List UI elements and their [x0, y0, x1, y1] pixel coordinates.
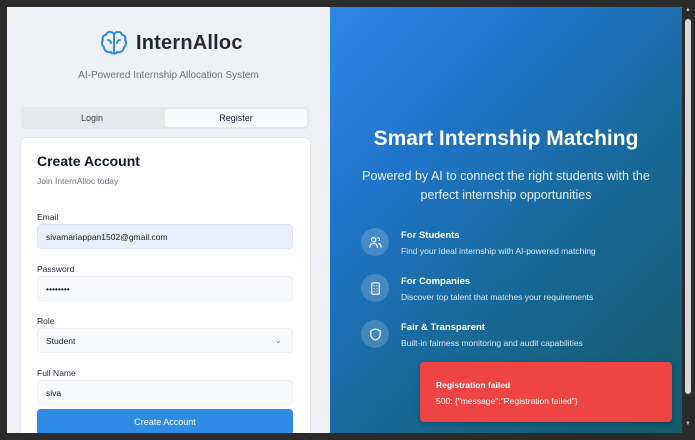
chevron-down-icon: ⌄ — [274, 335, 282, 345]
tab-register[interactable]: Register — [165, 109, 307, 127]
brain-icon — [100, 30, 128, 55]
feature-students: For Students Find your ideal internship … — [361, 228, 596, 256]
toast-message: 500: {"message":"Registration failed"} — [436, 396, 578, 406]
register-card: Create Account Join InternAlloc today Em… — [20, 137, 311, 433]
scroll-thumb[interactable] — [685, 19, 691, 394]
feature-title: Fair & Transparent — [401, 322, 485, 333]
feature-desc: Find your ideal internship with AI-power… — [401, 246, 596, 256]
scroll-down-icon[interactable]: ▼ — [685, 421, 691, 427]
password-label: Password — [37, 264, 75, 274]
auth-panel: InternAlloc AI-Powered Internship Alloca… — [7, 7, 330, 433]
app-window: InternAlloc AI-Powered Internship Alloca… — [7, 7, 682, 433]
brand-name: InternAlloc — [136, 31, 243, 54]
brand: InternAlloc — [99, 28, 243, 58]
hero-subtitle: Powered by AI to connect the right stude… — [362, 169, 650, 202]
card-subtitle: Join InternAlloc today — [37, 176, 119, 186]
shield-icon — [361, 320, 389, 348]
feature-title: For Companies — [401, 276, 471, 287]
role-label: Role — [37, 316, 55, 326]
feature-desc: Built-in fairness monitoring and audit c… — [401, 338, 583, 348]
password-field[interactable]: •••••••• — [37, 276, 293, 301]
role-value: Student — [46, 335, 76, 346]
create-account-button[interactable]: Create Account — [37, 409, 293, 433]
error-toast[interactable]: Registration failed 500: {"message":"Reg… — [420, 362, 672, 422]
page-scrollbar[interactable]: ▲ ▼ — [683, 7, 693, 433]
building-icon — [361, 274, 389, 302]
tab-login[interactable]: Login — [21, 107, 163, 129]
feature-fairness: Fair & Transparent Built-in fairness mon… — [361, 320, 583, 348]
feature-desc: Discover top talent that matches your re… — [401, 292, 594, 302]
feature-companies: For Companies Discover top talent that m… — [361, 274, 593, 302]
scroll-up-icon[interactable]: ▲ — [685, 7, 691, 13]
email-field[interactable]: sivamariappan1502@gmail.com — [37, 224, 293, 249]
users-icon — [361, 228, 389, 256]
fullname-label: Full Name — [37, 368, 76, 378]
auth-tabs: Login Register — [21, 107, 309, 129]
fullname-field[interactable]: siva — [37, 380, 293, 405]
tagline: AI-Powered Internship Allocation System — [78, 70, 259, 81]
card-title: Create Account — [37, 153, 140, 169]
email-label: Email — [37, 212, 59, 222]
hero-title: Smart Internship Matching — [373, 127, 639, 150]
feature-title: For Students — [401, 230, 460, 241]
role-select[interactable]: Student ⌄ — [37, 328, 293, 353]
toast-title: Registration failed — [436, 380, 511, 390]
